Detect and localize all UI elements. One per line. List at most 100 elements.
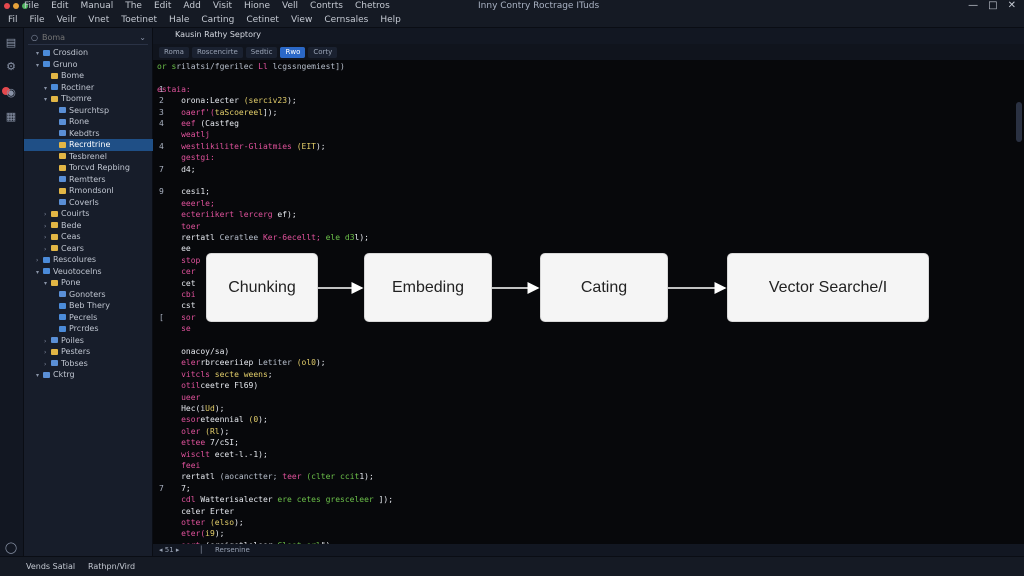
tree-item[interactable]: › Tobses <box>24 358 153 370</box>
title-menu-item[interactable]: File <box>24 0 39 12</box>
tree-item[interactable]: Remtters <box>24 174 153 186</box>
sidebar-search[interactable]: ○ ⌄ <box>28 31 148 45</box>
tree-item[interactable]: ▾ Tbomre <box>24 93 153 105</box>
tree-chevron-icon[interactable]: › <box>44 232 51 243</box>
menu-item[interactable]: Help <box>380 12 401 28</box>
tree-item[interactable]: Rmondsonl <box>24 185 153 197</box>
editor-tab[interactable]: Rwo <box>280 46 306 58</box>
tree-chevron-icon[interactable]: ▾ <box>36 267 43 278</box>
tree-item[interactable]: › Couirts <box>24 208 153 220</box>
minimize-icon[interactable]: — <box>968 0 978 12</box>
tree-item[interactable]: › Ceas <box>24 231 153 243</box>
editor-pane: Kausin Rathy Septory Roma Roscencirte Sedt… <box>153 28 1024 561</box>
tree-chevron-icon[interactable]: › <box>44 209 51 220</box>
menu-item[interactable]: Cetinet <box>246 12 279 28</box>
status-divider: │ <box>199 546 204 554</box>
code-line: eeerle; <box>157 199 215 208</box>
tree-item[interactable]: Beb Thery <box>24 300 153 312</box>
maximize-icon[interactable]: □ <box>988 0 997 12</box>
tree-item[interactable]: ▾ Roctiner <box>24 82 153 94</box>
tree-chevron-icon[interactable]: ▾ <box>44 94 51 105</box>
tree-chevron-icon[interactable]: ▾ <box>36 60 43 71</box>
tree-item[interactable]: Torcvd Repbing <box>24 162 153 174</box>
close-dot[interactable] <box>4 3 10 9</box>
tree-item[interactable]: ▾ Crosdion <box>24 47 153 59</box>
editor-tab[interactable]: Roma <box>159 46 189 58</box>
account-icon[interactable]: ◯ <box>4 541 18 555</box>
minimize-dot[interactable] <box>13 3 19 9</box>
title-menu-item[interactable]: Hione <box>244 0 270 12</box>
title-menu-item[interactable]: Visit <box>213 0 232 12</box>
code-line: ee <box>157 244 191 253</box>
editor-tab[interactable]: Corty <box>308 46 338 58</box>
status-left[interactable]: Vends Satial <box>26 557 75 576</box>
title-menu-item[interactable]: Manual <box>81 0 114 12</box>
search-icon[interactable]: ⚙ <box>4 60 18 74</box>
editor-tab[interactable]: Roscencirte <box>191 46 243 58</box>
tree-item[interactable]: Pecrels <box>24 312 153 324</box>
source-control-icon[interactable]: ◉ <box>4 86 18 100</box>
tree-chevron-icon[interactable]: › <box>36 255 43 266</box>
close-icon[interactable]: ✕ <box>1008 0 1016 12</box>
title-menu-item[interactable]: Contrts <box>310 0 343 12</box>
code-area[interactable]: or srilatsi/fgerilec Ll lcgssngemiest]) e… <box>157 62 1017 561</box>
chevron-down-icon[interactable]: ⌄ <box>139 33 146 42</box>
status-branch[interactable]: Rathpn/Vird <box>88 557 135 576</box>
tree-item[interactable]: › Poiles <box>24 335 153 347</box>
tree-item[interactable]: Seurchtsp <box>24 105 153 117</box>
tree-chevron-icon[interactable]: ▾ <box>36 48 43 59</box>
tree-item[interactable]: ▾ Gruno <box>24 59 153 71</box>
tree-item[interactable]: ▾ Cktrg <box>24 369 153 381</box>
code-token: ; <box>267 369 273 379</box>
extensions-icon[interactable]: ▦ <box>4 110 18 124</box>
title-menu-item[interactable]: The <box>125 0 142 12</box>
tree-item-label: Tesbrenel <box>69 151 107 161</box>
tree-chevron-icon[interactable]: ▾ <box>44 83 51 94</box>
menu-item[interactable]: File <box>30 12 45 28</box>
tree-item[interactable]: Tesbrenel <box>24 151 153 163</box>
menu-item[interactable]: Veilr <box>57 12 77 28</box>
tree-item[interactable]: Recrdtrine <box>24 139 153 151</box>
tree-item[interactable]: ▾ Veuotocelns <box>24 266 153 278</box>
editor-scrollbar[interactable] <box>1016 62 1022 542</box>
menu-item[interactable]: Fil <box>8 12 18 28</box>
tree-item[interactable]: › Rescolures <box>24 254 153 266</box>
tree-item[interactable]: Rone <box>24 116 153 128</box>
tree-chevron-icon[interactable]: ▾ <box>36 370 43 381</box>
title-menu-item[interactable]: Vell <box>282 0 298 12</box>
tree-item[interactable]: Coverls <box>24 197 153 209</box>
title-menu-item[interactable]: Edit <box>51 0 68 12</box>
scroll-thumb[interactable] <box>1016 102 1022 142</box>
menu-item[interactable]: Carting <box>201 12 234 28</box>
tree-item[interactable]: Bome <box>24 70 153 82</box>
menu-item[interactable]: Toetinet <box>121 12 157 28</box>
sidebar-search-input[interactable] <box>28 31 148 44</box>
title-menu-item[interactable]: Edit <box>154 0 171 12</box>
status-mode[interactable]: Rersenine <box>215 544 250 556</box>
tree-item[interactable]: Gonoters <box>24 289 153 301</box>
tree-chevron-icon[interactable]: ▾ <box>44 278 51 289</box>
tree-item[interactable]: › Cears <box>24 243 153 255</box>
title-menu-item[interactable]: Add <box>183 0 200 12</box>
menu-item[interactable]: Cernsales <box>324 12 368 28</box>
menu-item[interactable]: View <box>291 12 312 28</box>
menu-item[interactable]: Vnet <box>88 12 109 28</box>
tree-item[interactable]: Prcrdes <box>24 323 153 335</box>
menu-item[interactable]: Hale <box>169 12 189 28</box>
tree-chevron-icon[interactable]: › <box>44 244 51 255</box>
nav-arrows[interactable]: ◂ 51 ▸ <box>159 544 179 556</box>
explorer-icon[interactable]: ▤ <box>4 36 18 50</box>
code-line: rertatl Ceratlee Ker-6ecellt; ele d3l); <box>157 233 369 242</box>
tree-item[interactable]: › Bede <box>24 220 153 232</box>
window-title: Inny Contry Roctrage ITuds <box>478 1 600 11</box>
editor-tab[interactable]: Sedtic <box>245 46 278 58</box>
tree-item[interactable]: ▾ Pone <box>24 277 153 289</box>
tree-item[interactable]: › Pesters <box>24 346 153 358</box>
code-line: Hec(iUd); <box>157 404 224 413</box>
tree-chevron-icon[interactable]: › <box>44 336 51 347</box>
title-menu-item[interactable]: Chetros <box>355 0 390 12</box>
tree-chevron-icon[interactable]: › <box>44 347 51 358</box>
tree-item[interactable]: Kebdtrs <box>24 128 153 140</box>
tree-chevron-icon[interactable]: › <box>44 221 51 232</box>
tree-chevron-icon[interactable]: › <box>44 359 51 370</box>
